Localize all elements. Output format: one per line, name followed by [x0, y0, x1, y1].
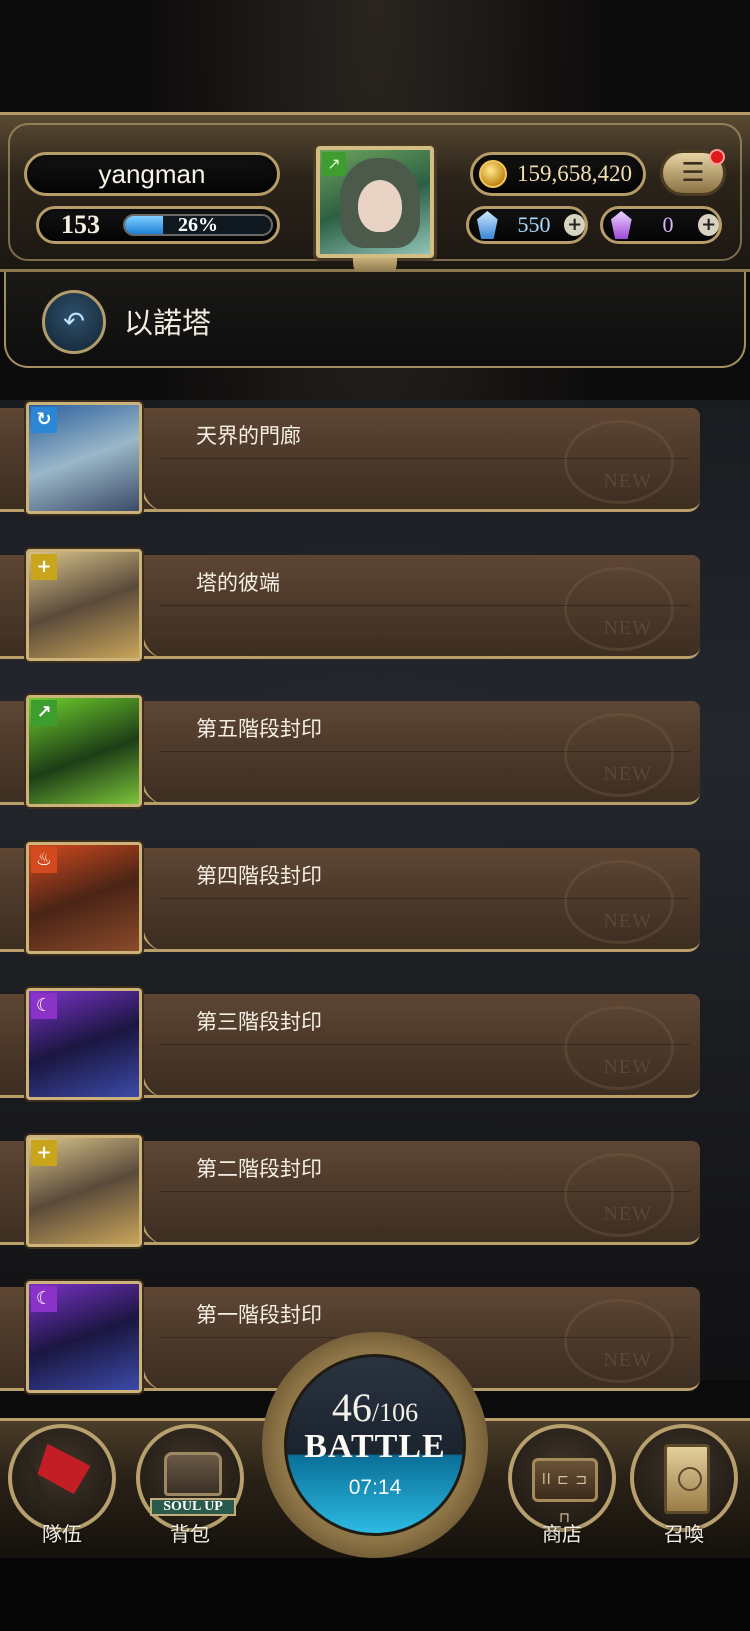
wind-element-icon: ↗ [31, 700, 57, 726]
stage-label: 第五階段封印 [196, 717, 322, 741]
stage-label: 第一階段封印 [196, 1303, 322, 1327]
back-button[interactable]: ↶ [42, 290, 106, 354]
blue-gem-counter: 550 + [466, 206, 588, 244]
stage-label: 第二階段封印 [196, 1157, 322, 1181]
stage-label: 第四階段封印 [196, 864, 322, 888]
dark-element-icon: ☾ [31, 1286, 57, 1312]
new-badge: NEW [603, 910, 652, 932]
summon-card-icon [664, 1444, 710, 1514]
blue-gem-icon [477, 211, 498, 239]
title-bar [4, 272, 746, 368]
chest-icon [164, 1452, 222, 1496]
hamburger-icon: ☰ [681, 158, 705, 188]
stamina-max: /106 [371, 1398, 419, 1427]
summon-button[interactable] [630, 1424, 738, 1532]
back-arrow-icon: ↶ [63, 307, 85, 337]
bag-button[interactable]: SOUL UP [136, 1424, 244, 1532]
stage-row[interactable]: NEW + 第二階段封印 [0, 1133, 706, 1247]
bottom-strip [0, 1558, 750, 1631]
stage-boss-portrait: ♨ [26, 842, 142, 954]
exp-percent: 26% [178, 214, 218, 236]
notification-dot [709, 149, 725, 165]
stage-label: 天界的門廊 [196, 424, 301, 448]
stage-frame-ornament [140, 555, 170, 659]
shop-button[interactable]: ll ⊏ ⊐ ⊓ [508, 1424, 616, 1532]
stage-boss-portrait: + [26, 549, 142, 661]
gold-amount: 159,658,420 [517, 161, 632, 186]
stamina-timer: 07:14 [348, 1476, 402, 1499]
stage-frame-ornament [140, 1287, 170, 1391]
add-blue-gem-button[interactable]: + [564, 214, 586, 236]
team-label: 隊伍 [42, 1522, 82, 1546]
stage-boss-portrait: ↻ [26, 402, 142, 514]
stage-row[interactable]: NEW ↗ 第五階段封印 [0, 693, 706, 807]
new-badge: NEW [603, 1203, 652, 1225]
soul-up-badge: SOUL UP [150, 1498, 236, 1516]
add-purple-gem-button[interactable]: + [698, 214, 720, 236]
stage-boss-portrait: ☾ [26, 1281, 142, 1393]
stage-frame-ornament [140, 701, 170, 805]
gold-counter: 159,658,420 [470, 152, 646, 196]
page-title: 以諾塔 [124, 306, 212, 340]
new-badge: NEW [603, 1349, 652, 1371]
player-name-plate: yangman [24, 152, 280, 196]
stamina-count: 46/106 [284, 1384, 466, 1431]
menu-button[interactable]: ☰ [660, 149, 726, 196]
fire-element-icon: ♨ [31, 847, 57, 873]
stage-row[interactable]: NEW ↻ 天界的門廊 [0, 400, 706, 514]
new-badge: NEW [603, 1056, 652, 1078]
bag-label: 背包 [170, 1522, 210, 1546]
purple-gem-icon [611, 211, 632, 239]
player-name: yangman [98, 158, 206, 189]
stage-frame-ornament [140, 1141, 170, 1245]
stage-row[interactable]: NEW ☾ 第三階段封印 [0, 986, 706, 1100]
stage-label: 第三階段封印 [196, 1010, 322, 1034]
exp-bar: 26% [123, 214, 273, 236]
stage-boss-portrait: + [26, 1135, 142, 1247]
wind-icon: ↗ [322, 152, 346, 176]
dark-element-icon: ☾ [31, 993, 57, 1019]
stage-label: 塔的彼端 [196, 571, 280, 595]
light-element-icon: + [31, 554, 57, 580]
avatar-face [358, 180, 402, 232]
new-badge: NEW [603, 763, 652, 785]
new-badge: NEW [603, 617, 652, 639]
stage-boss-portrait: ☾ [26, 988, 142, 1100]
player-level: 153 [61, 210, 100, 239]
stage-row[interactable]: NEW + 塔的彼端 [0, 547, 706, 661]
stamina-current: 46 [331, 1385, 372, 1430]
light-element-icon: + [31, 1140, 57, 1166]
water-element-icon: ↻ [31, 407, 57, 433]
stage-row[interactable]: NEW ♨ 第四階段封印 [0, 840, 706, 954]
purple-gem-amount: 0 [662, 212, 674, 237]
stage-frame-ornament [140, 848, 170, 952]
purple-gem-counter: 0 + [600, 206, 722, 244]
player-avatar[interactable]: ↗ [316, 146, 434, 258]
battle-label: BATTLE [304, 1428, 446, 1465]
gold-coin-icon [479, 160, 507, 188]
summon-label: 召喚 [664, 1522, 704, 1546]
shop-label: 商店 [542, 1522, 582, 1546]
flag-icon [35, 1444, 93, 1497]
blue-gem-amount: 550 [517, 212, 551, 237]
new-badge: NEW [603, 470, 652, 492]
stage-frame-ornament [140, 994, 170, 1098]
stage-frame-ornament [140, 408, 170, 512]
stage-boss-portrait: ↗ [26, 695, 142, 807]
team-button[interactable] [8, 1424, 116, 1532]
player-level-plate: 153 26% [36, 206, 280, 244]
shop-sign-icon: ll ⊏ ⊐ ⊓ [532, 1458, 598, 1526]
